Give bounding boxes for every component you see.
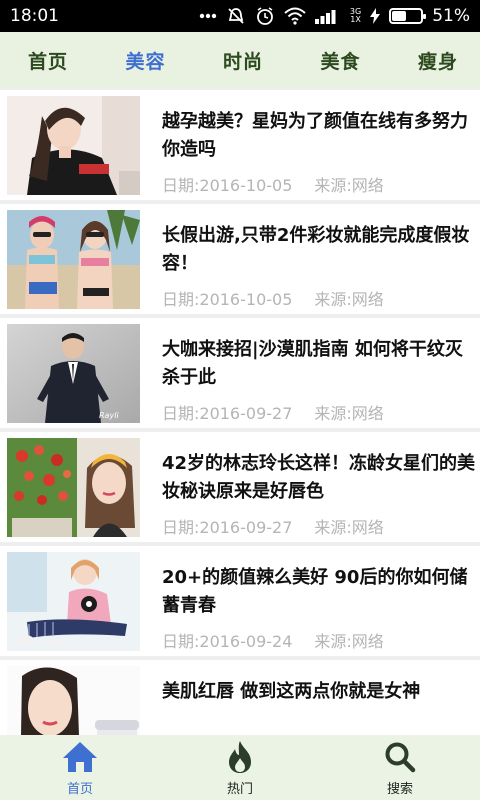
list-item[interactable]: 美肌红唇 做到这两点你就是女神	[0, 660, 480, 735]
nav-home[interactable]: 首页	[0, 735, 160, 800]
woman-with-flowers-photo	[7, 438, 140, 537]
article-title: 大咖来接招|沙漠肌指南 如何将干纹灭杀于此	[162, 339, 463, 388]
flame-icon	[225, 738, 255, 776]
article-thumbnail	[7, 552, 140, 651]
bottom-nav: 首页 热门 搜索	[0, 735, 480, 800]
home-icon	[61, 738, 99, 776]
tab-beauty[interactable]: 美容	[125, 47, 165, 74]
list-item[interactable]: 42岁的林志玲长这样！冻龄女星们的美妆秘诀原来是好唇色 日期:2016-09-2…	[0, 432, 480, 542]
category-tabs: 首页 美容 时尚 美食 瘦身	[0, 32, 480, 88]
girl-sitting-photo	[7, 552, 140, 651]
article-source: 来源:网络	[314, 176, 384, 195]
battery-percent: 51%	[432, 6, 470, 26]
article-meta: 日期:2016-10-05 来源:网络	[162, 286, 384, 310]
article-date: 日期:2016-10-05	[162, 176, 293, 195]
article-date: 日期:2016-09-27	[162, 518, 293, 537]
status-time: 18:01	[10, 6, 59, 26]
article-meta: 日期:2016-10-05 来源:网络	[162, 172, 384, 196]
article-title: 长假出游,只带2件彩妆就能完成度假妆容！	[162, 225, 470, 274]
article-title: 20+的颜值辣么美好 90后的你如何储蓄青春	[162, 567, 468, 616]
tab-food[interactable]: 美食	[320, 47, 360, 74]
list-item[interactable]: 20+的颜值辣么美好 90后的你如何储蓄青春 日期:2016-09-24 来源:…	[0, 546, 480, 656]
woman-in-black-tshirt-photo	[7, 96, 140, 195]
article-date: 日期:2016-09-24	[162, 632, 293, 651]
list-item[interactable]: 长假出游,只带2件彩妆就能完成度假妆容！ 日期:2016-10-05 来源:网络	[0, 204, 480, 314]
article-date: 日期:2016-10-05	[162, 290, 293, 309]
article-list[interactable]: 越孕越美？星妈为了颜值在线有多努力你造吗 日期:2016-10-05 来源:网络	[0, 88, 480, 735]
mute-icon	[226, 6, 246, 26]
article-date: 日期:2016-09-27	[162, 404, 293, 423]
woman-skincare-photo	[7, 666, 140, 735]
article-thumbnail	[7, 666, 140, 735]
article-source: 来源:网络	[314, 404, 384, 423]
article-source: 来源:网络	[314, 632, 384, 651]
list-item[interactable]: 越孕越美？星妈为了颜值在线有多努力你造吗 日期:2016-10-05 来源:网络	[0, 90, 480, 200]
more-dots-icon	[199, 13, 217, 19]
network-badge-bottom: 1X	[350, 15, 361, 24]
nav-search[interactable]: 搜索	[320, 735, 480, 800]
alarm-icon	[255, 6, 275, 26]
list-item[interactable]: Rayli 大咖来接招|沙漠肌指南 如何将干纹灭杀于此 日期:2016-09-2…	[0, 318, 480, 428]
battery-icon	[389, 8, 427, 24]
article-thumbnail	[7, 96, 140, 195]
article-source: 来源:网络	[314, 518, 384, 537]
man-in-suit-photo: Rayli	[7, 324, 140, 423]
tab-fashion[interactable]: 时尚	[223, 47, 263, 74]
two-women-swimwear-photo	[7, 210, 140, 309]
status-icons: 3G 1X 51%	[199, 6, 470, 26]
article-meta: 日期:2016-09-24 来源:网络	[162, 628, 384, 652]
nav-home-label: 首页	[66, 782, 93, 797]
svg-text:Rayli: Rayli	[99, 411, 119, 420]
nav-hot-label: 热门	[226, 782, 253, 797]
charging-icon	[370, 8, 381, 24]
article-source: 来源:网络	[314, 290, 384, 309]
tab-home[interactable]: 首页	[28, 47, 68, 74]
article-thumbnail	[7, 210, 140, 309]
search-icon	[384, 738, 416, 776]
article-title: 越孕越美？星妈为了颜值在线有多努力你造吗	[162, 111, 468, 160]
article-meta: 日期:2016-09-27 来源:网络	[162, 400, 384, 424]
nav-search-label: 搜索	[386, 782, 413, 797]
status-bar: 18:01 3G 1X 51%	[0, 0, 480, 32]
signal-icon	[314, 8, 341, 24]
tab-slimming[interactable]: 瘦身	[418, 47, 458, 74]
article-title: 美肌红唇 做到这两点你就是女神	[162, 681, 421, 702]
network-type-badge: 3G 1X	[350, 8, 361, 24]
battery-fill	[392, 11, 407, 21]
article-title: 42岁的林志玲长这样！冻龄女星们的美妆秘诀原来是好唇色	[162, 453, 476, 502]
article-thumbnail: Rayli	[7, 324, 140, 423]
wifi-icon	[284, 7, 306, 25]
article-meta: 日期:2016-09-27 来源:网络	[162, 514, 384, 538]
nav-hot[interactable]: 热门	[160, 735, 320, 800]
article-thumbnail	[7, 438, 140, 537]
